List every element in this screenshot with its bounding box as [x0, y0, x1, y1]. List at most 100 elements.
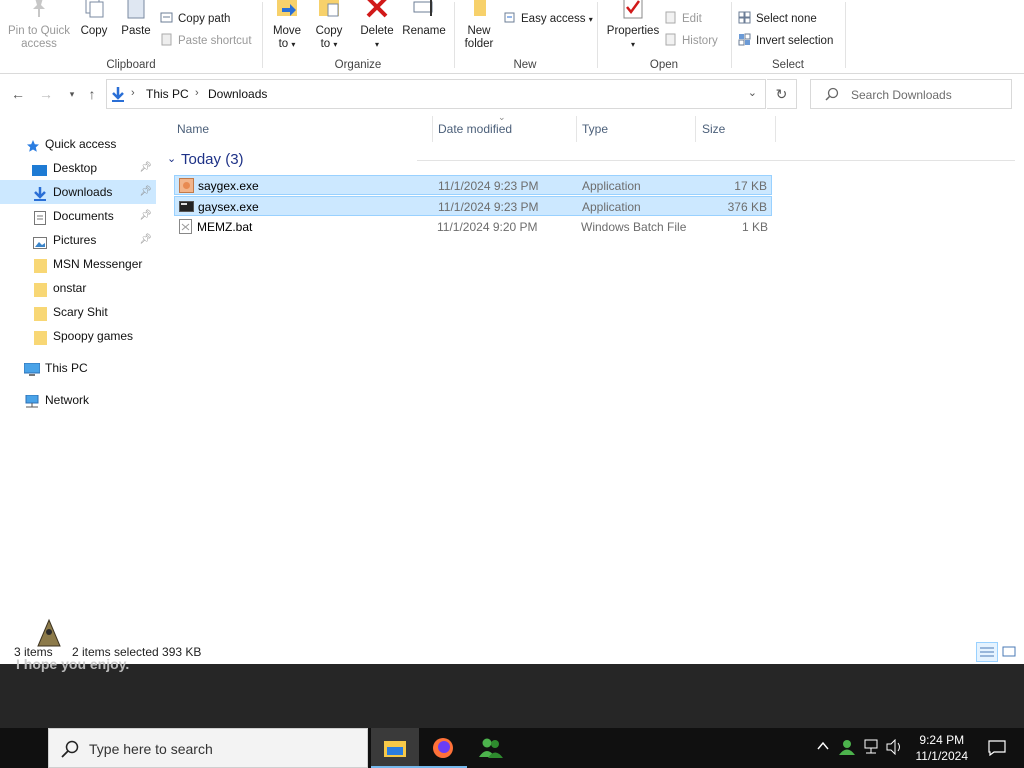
system-clock[interactable]: 9:24 PM 11/1/2024: [916, 732, 969, 764]
file-row[interactable]: saygex.exe 11/1/2024 9:23 PM Application…: [174, 175, 772, 195]
nav-network[interactable]: Network: [0, 388, 156, 412]
file-date: 11/1/2024 9:20 PM: [437, 220, 538, 234]
copy-to-button[interactable]: Copy to ▾: [311, 0, 347, 51]
exe-app-icon: [179, 199, 194, 214]
paste-shortcut-icon: [160, 33, 173, 46]
nav-this-pc[interactable]: This PC: [0, 356, 156, 380]
documents-icon: [34, 209, 49, 225]
clipboard-group-label: Clipboard: [106, 59, 156, 71]
file-size: 376 KB: [727, 200, 767, 214]
nav-desktop[interactable]: Desktop 📌︎: [0, 156, 156, 180]
column-divider[interactable]: [695, 116, 696, 142]
nav-msn-messenger[interactable]: MSN Messenger: [0, 252, 156, 276]
easy-access-button[interactable]: Easy access ▾: [503, 10, 593, 28]
search-icon: [61, 740, 79, 761]
properties-button[interactable]: Properties ▾: [602, 0, 664, 51]
downloads-arrow-icon: [111, 86, 125, 105]
file-row[interactable]: gaysex.exe 11/1/2024 9:23 PM Application…: [174, 196, 772, 216]
address-dropdown-icon[interactable]: ⌄: [748, 86, 757, 99]
ribbon-separator: [845, 2, 846, 68]
search-box[interactable]: Search Downloads: [810, 79, 1012, 109]
column-header-size[interactable]: Size: [702, 122, 725, 136]
nav-pictures[interactable]: Pictures 📌︎: [0, 228, 156, 252]
pictures-icon: [33, 233, 48, 249]
copy-button[interactable]: Copy: [76, 0, 112, 38]
delete-button[interactable]: Delete ▾: [359, 0, 395, 51]
exe-app-icon: [179, 178, 194, 193]
show-hidden-icons-chevron-icon[interactable]: [816, 739, 830, 756]
invert-selection-button[interactable]: Invert selection: [738, 32, 833, 50]
history-icon: [664, 33, 677, 46]
desktop-background: I hope you enjoy.: [0, 656, 1024, 728]
chevron-down-icon: ▾: [630, 40, 635, 49]
select-none-button[interactable]: Select none: [738, 10, 817, 28]
new-folder-button[interactable]: New folder: [459, 0, 499, 51]
firefox-icon: [432, 737, 454, 762]
column-divider[interactable]: [775, 116, 776, 142]
column-header-type[interactable]: Type: [582, 122, 608, 136]
chevron-down-icon: ▾: [588, 15, 593, 24]
desktop-icon: [32, 161, 47, 176]
messenger-tray-icon[interactable]: [838, 738, 856, 759]
navigation-row: ← → ▾ ↑ › This PC › Downloads ⌄ ↻ Search…: [0, 78, 1024, 110]
file-row[interactable]: MEMZ.bat 11/1/2024 9:20 PM Windows Batch…: [174, 217, 772, 237]
breadcrumb-this-pc[interactable]: This PC: [146, 87, 189, 101]
msn-messenger-taskbar-button[interactable]: [467, 728, 515, 768]
action-center-button[interactable]: [976, 728, 1016, 768]
nav-downloads[interactable]: Downloads 📌︎: [0, 180, 156, 204]
volume-icon[interactable]: [886, 738, 904, 758]
back-arrow-icon[interactable]: ←: [8, 84, 28, 104]
refresh-icon[interactable]: ↻: [767, 79, 797, 109]
move-to-button[interactable]: Move to ▾: [269, 0, 305, 51]
paste-shortcut-button[interactable]: Paste shortcut: [160, 32, 252, 50]
taskbar-search-input[interactable]: Type here to search: [89, 741, 213, 757]
column-divider[interactable]: [576, 116, 577, 142]
taskbar-search-box[interactable]: Type here to search: [48, 728, 368, 768]
pin-icon: [26, 0, 52, 22]
column-header-name[interactable]: Name: [177, 122, 209, 136]
clipboard-group: Pin to Quick access Copy Paste Copy path…: [0, 0, 262, 74]
address-bar[interactable]: › This PC › Downloads ⌄: [106, 79, 766, 109]
batch-file-icon: [178, 219, 193, 234]
breadcrumb-downloads[interactable]: Downloads: [208, 87, 267, 101]
file-name: MEMZ.bat: [197, 220, 253, 234]
clipboard-icon: [123, 0, 149, 22]
paste-button[interactable]: Paste: [116, 0, 156, 38]
search-input[interactable]: Search Downloads: [851, 88, 952, 102]
copy-path-button[interactable]: Copy path: [160, 10, 230, 28]
recent-locations-chevron-icon[interactable]: ▾: [62, 84, 82, 104]
pin-to-quick-access-button[interactable]: Pin to Quick access: [4, 0, 74, 51]
new-folder-icon: [466, 0, 492, 22]
column-divider[interactable]: [432, 116, 433, 142]
nav-spoopy-games[interactable]: Spoopy games: [0, 324, 156, 348]
file-explorer-taskbar-button[interactable]: [371, 728, 419, 768]
nav-quick-access[interactable]: Quick access: [0, 132, 156, 156]
group-header-today[interactable]: ⌄ Today (3): [165, 150, 1015, 170]
chevron-down-icon: ▾: [291, 40, 296, 49]
rename-button[interactable]: Rename: [401, 0, 447, 38]
folder-icon: [34, 329, 49, 345]
details-view-icon[interactable]: [976, 642, 998, 662]
column-headers: Name ⌄ Date modified Type Size: [165, 112, 1024, 142]
network-tray-icon[interactable]: [862, 739, 880, 758]
edit-button[interactable]: Edit: [664, 10, 702, 28]
nav-documents[interactable]: Documents 📌︎: [0, 204, 156, 228]
file-type: Application: [582, 200, 641, 214]
history-button[interactable]: History: [664, 32, 718, 50]
file-size: 17 KB: [734, 179, 767, 193]
nav-scary-shit[interactable]: Scary Shit: [0, 300, 156, 324]
firefox-taskbar-button[interactable]: [419, 728, 467, 768]
column-header-date-modified[interactable]: Date modified: [438, 122, 512, 136]
up-arrow-icon[interactable]: ↑: [82, 84, 102, 104]
start-button[interactable]: [0, 728, 48, 768]
copy-icon: [81, 0, 107, 22]
breadcrumb-chevron-icon: ›: [195, 87, 199, 99]
ribbon: Pin to Quick access Copy Paste Copy path…: [0, 0, 1024, 74]
nav-onstar[interactable]: onstar: [0, 276, 156, 300]
file-type: Application: [582, 179, 641, 193]
file-name: gaysex.exe: [198, 200, 259, 214]
forward-arrow-icon[interactable]: →: [36, 84, 56, 104]
clock-time: 9:24 PM: [919, 733, 965, 747]
large-icons-view-icon[interactable]: [998, 642, 1020, 662]
pin-icon: 📌︎: [139, 210, 152, 221]
